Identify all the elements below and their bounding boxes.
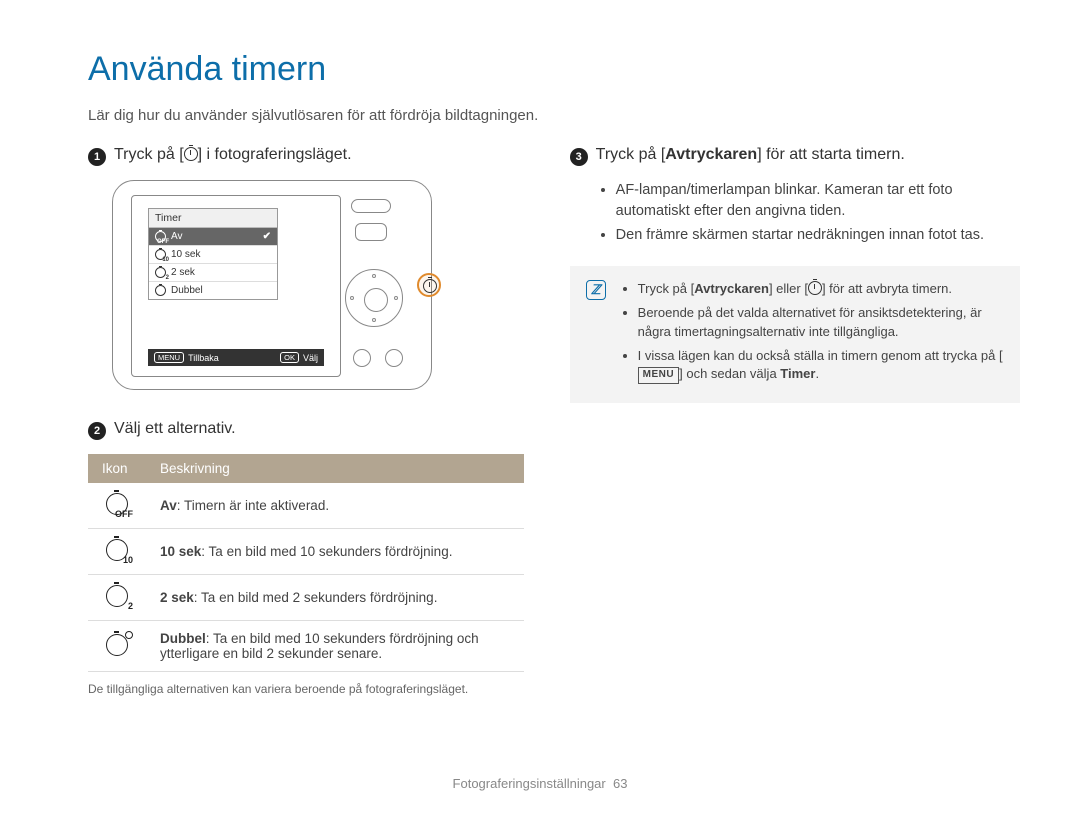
timer-off-icon [155,231,166,242]
page-title: Använda timern [88,50,1020,89]
camera-shutter-button [355,223,387,241]
highlight-circle [417,273,441,297]
table-row: 2 2 sek: Ta en bild med 2 sekunders fördr… [88,575,524,621]
step-3-pre: Tryck på [ [596,146,666,163]
step-1: 1 Tryck på [ ] i fotograferingsläget. [88,146,524,166]
note-list: Tryck på [Avtryckaren] eller [] för att … [620,280,1004,389]
step-2: 2 Välj ett alternativ. [88,420,524,440]
check-icon: ✔ [263,231,271,242]
step-3-post: ] för att starta timern. [757,146,905,163]
step-3-text: Tryck på [Avtryckaren] för att starta ti… [596,146,905,164]
menu-bar-ok: Välj [303,353,318,363]
page-subtitle: Lär dig hur du använder självutlösaren f… [88,107,1020,124]
timer-option-icon: OFF [106,493,128,515]
timer-option-icon [106,634,128,656]
menu-key-icon: MENU [638,367,679,384]
table-row: Dubbel: Ta en bild med 10 sekunders förd… [88,621,524,672]
timer-icon [184,147,198,161]
table-row: 10 10 sek: Ta en bild med 10 sekunders fö… [88,529,524,575]
step-3-bullets: AF-lampan/timerlampan blinkar. Kameran t… [596,180,1020,246]
bullet-item: AF-lampan/timerlampan blinkar. Kameran t… [616,180,1020,222]
option-icon-cell [88,621,146,672]
step-3-bold: Avtryckaren [665,146,757,163]
camera-menu-title: Timer [149,209,277,228]
menu-row-label: 2 sek [171,267,195,278]
note-info-icon: ℤ [586,280,606,300]
note-item-1: Tryck på [Avtryckaren] eller [] för att … [638,280,1004,299]
step-1-badge: 1 [88,148,106,166]
option-icon-cell: 10 [88,529,146,575]
step-2-badge: 2 [88,422,106,440]
timer-icon [808,281,822,295]
timer-icon [423,279,437,293]
menu-row-10s: 10 sek [149,246,277,264]
camera-menu: Timer Av ✔ 10 sek 2 sek [148,208,278,300]
camera-small-button-1 [353,349,371,367]
camera-menu-bar: MENU Tillbaka OK Välj [148,349,324,366]
step-1-text: Tryck på [ ] i fotograferingsläget. [114,146,352,164]
option-icon-cell: 2 [88,575,146,621]
timer-options-table: Ikon Beskrivning OFF Av: Timern är inte a… [88,454,524,672]
menu-bar-back: Tillbaka [188,353,219,363]
menu-row-av: Av ✔ [149,228,277,246]
option-desc-cell: Av: Timern är inte aktiverad. [146,483,524,529]
bullet-item: Den främre skärmen startar nedräkningen … [616,225,1020,246]
camera-power-button [351,199,391,213]
menu-row-label: 10 sek [171,249,200,260]
th-icon: Ikon [88,454,146,483]
option-desc-cell: 2 sek: Ta en bild med 2 sekunders fördrö… [146,575,524,621]
camera-dpad [345,269,403,327]
footer-page: 63 [613,776,627,791]
page-footer: Fotograferingsinställningar 63 [0,776,1080,791]
option-icon-cell: OFF [88,483,146,529]
note-item-2: Beroende på det valda alternativet för a… [638,304,1004,342]
ok-pill: OK [280,352,299,363]
menu-row-dubbel: Dubbel [149,282,277,299]
menu-row-label: Av [171,231,183,242]
step-3-badge: 3 [570,148,588,166]
option-desc-cell: Dubbel: Ta en bild med 10 sekunders förd… [146,621,524,672]
step-2-text: Välj ett alternativ. [114,420,236,438]
timer-double-icon [155,285,166,296]
camera-screen: Timer Av ✔ 10 sek 2 sek [131,195,341,377]
menu-pill: MENU [154,352,184,363]
option-desc-cell: 10 sek: Ta en bild med 10 sekunders förd… [146,529,524,575]
menu-row-2s: 2 sek [149,264,277,282]
step-3: 3 Tryck på [Avtryckaren] för att starta … [570,146,1020,166]
step-1-text-pre: Tryck på [ [114,146,184,163]
note-item-3: I vissa lägen kan du också ställa in tim… [638,347,1004,385]
timer-option-icon: 2 [106,585,128,607]
timer-option-icon: 10 [106,539,128,561]
menu-row-label: Dubbel [171,285,203,296]
camera-illustration: Timer Av ✔ 10 sek 2 sek [112,180,432,390]
step-1-text-post: ] i fotograferingsläget. [198,146,352,163]
note-box: ℤ Tryck på [Avtryckaren] eller [] för at… [570,266,1020,403]
table-row: OFF Av: Timern är inte aktiverad. [88,483,524,529]
footer-section: Fotograferingsinställningar [453,776,606,791]
timer-2-icon [155,267,166,278]
camera-small-button-2 [385,349,403,367]
table-footnote: De tillgängliga alternativen kan variera… [88,682,524,696]
timer-10-icon [155,249,166,260]
th-desc: Beskrivning [146,454,524,483]
